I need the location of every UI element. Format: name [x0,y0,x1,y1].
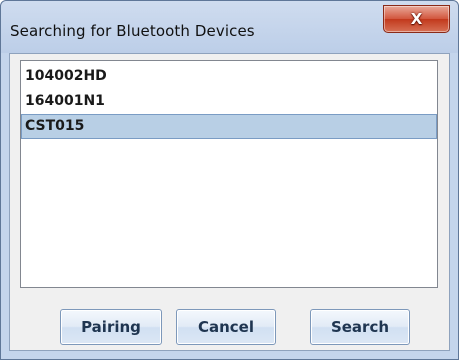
close-icon: X [410,10,423,28]
device-list[interactable]: 104002HD 164001N1 CST015 [20,60,438,288]
title-bar[interactable]: Searching for Bluetooth Devices X [1,1,458,53]
device-item[interactable]: 104002HD [21,64,437,89]
pairing-button[interactable]: Pairing [60,309,162,345]
window-title: Searching for Bluetooth Devices [10,22,255,40]
cancel-button[interactable]: Cancel [176,309,276,345]
device-item[interactable]: 164001N1 [21,89,437,114]
device-item-selected[interactable]: CST015 [21,114,437,139]
search-button[interactable]: Search [310,309,410,345]
close-button[interactable]: X [383,5,450,33]
bluetooth-search-dialog: Searching for Bluetooth Devices X 104002… [0,0,459,360]
dialog-content: 104002HD 164001N1 CST015 Pairing Cancel … [9,53,450,351]
